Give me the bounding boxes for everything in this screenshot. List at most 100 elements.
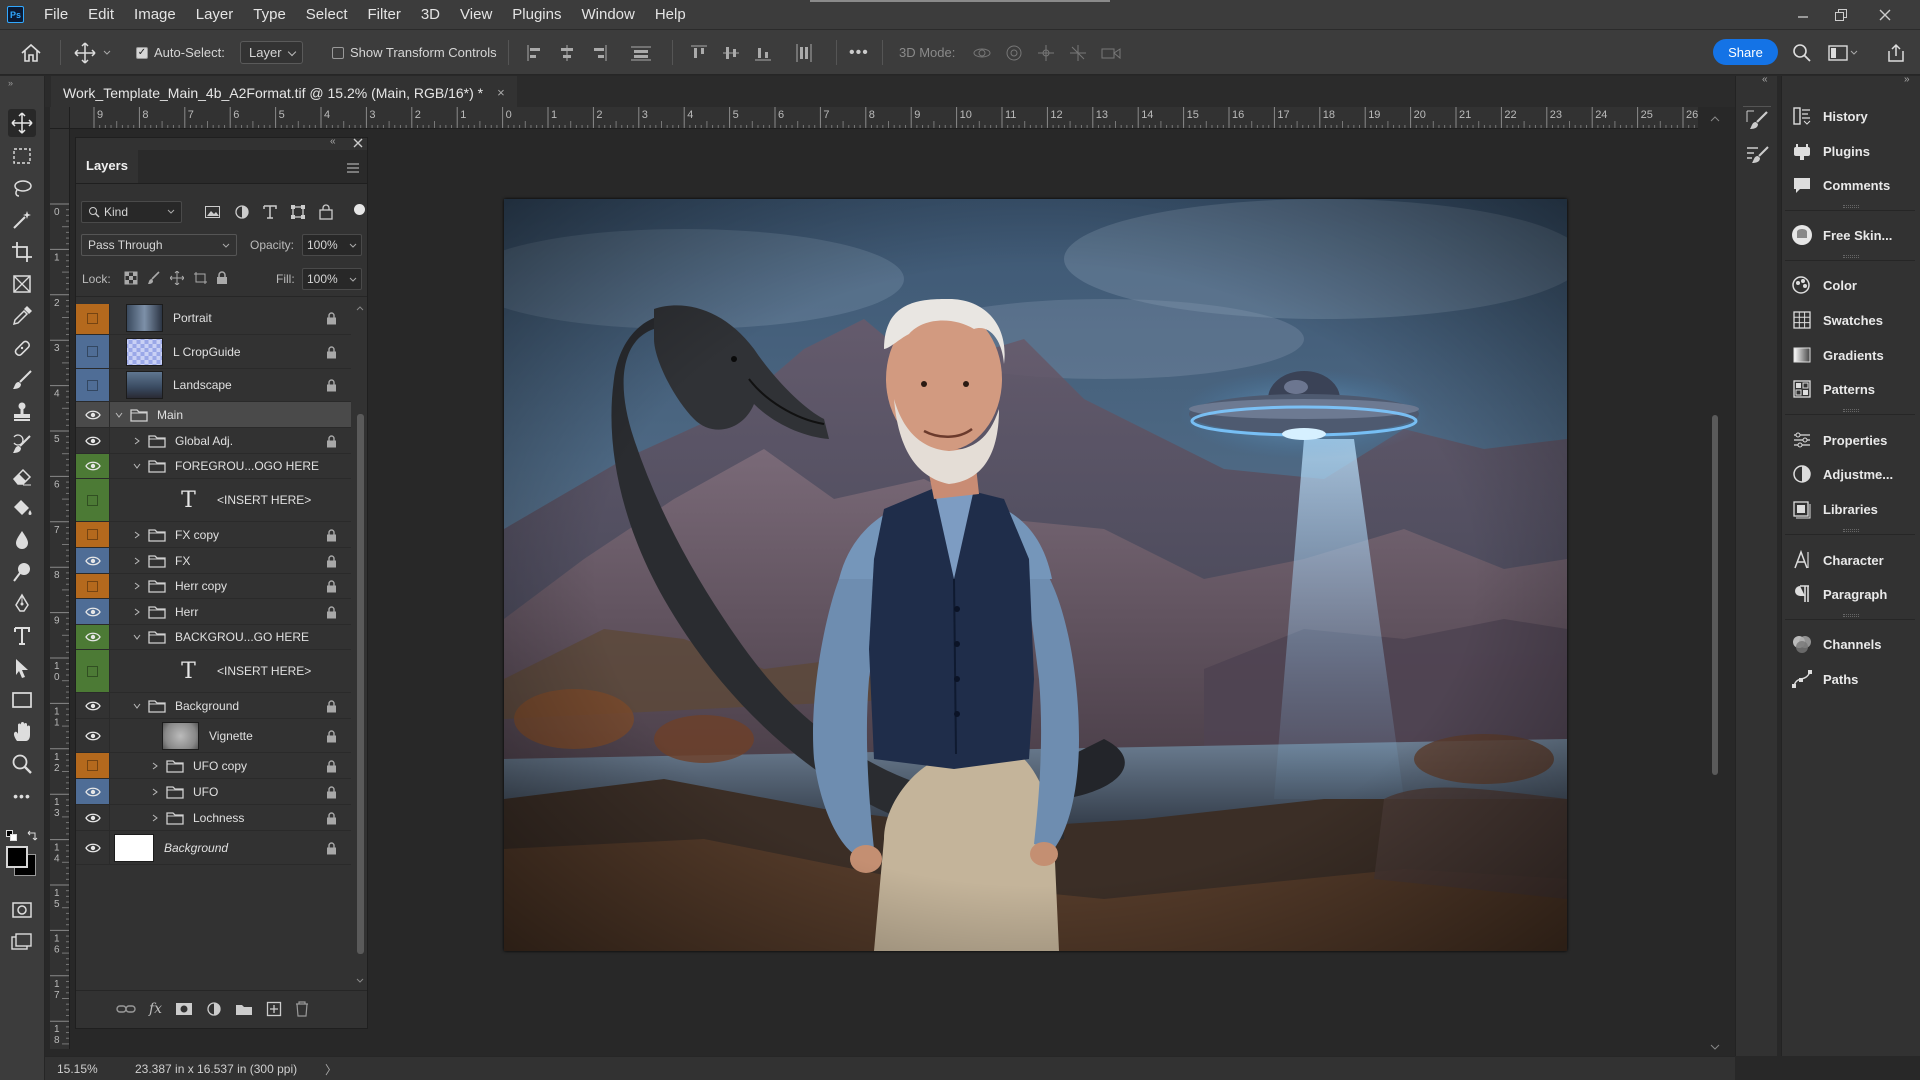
menu-3d[interactable]: 3D xyxy=(411,0,450,30)
fill-field[interactable]: 100% xyxy=(302,268,362,290)
strip-collapse-icon[interactable]: « xyxy=(1762,74,1768,85)
chevron-right-icon[interactable] xyxy=(132,530,144,540)
healing-brush-tool-icon[interactable] xyxy=(8,334,36,362)
screen-mode-icon[interactable] xyxy=(8,928,36,956)
layer-row[interactable]: T <INSERT HERE> xyxy=(76,479,351,522)
chevron-down-icon[interactable] xyxy=(114,410,126,420)
layer-row[interactable]: Landscape xyxy=(76,369,351,402)
chevron-right-icon[interactable] xyxy=(132,556,144,566)
visibility-toggle[interactable] xyxy=(76,335,110,368)
menu-help[interactable]: Help xyxy=(645,0,696,30)
lock-all-icon[interactable] xyxy=(216,271,228,285)
visibility-eye-icon[interactable] xyxy=(76,454,110,478)
layer-name[interactable]: Background xyxy=(175,699,239,713)
layer-name[interactable]: Herr copy xyxy=(175,579,227,593)
panel-grip-handle[interactable] xyxy=(1843,255,1859,258)
clone-stamp-tool-icon[interactable] xyxy=(8,398,36,426)
3d-slide-icon[interactable] xyxy=(1068,44,1088,62)
filter-toggle-icon[interactable] xyxy=(354,204,365,215)
lock-transparent-pixels-icon[interactable] xyxy=(124,271,138,285)
layer-name[interactable]: Landscape xyxy=(173,378,232,392)
panel-button-patterns[interactable]: Patterns xyxy=(1789,375,1875,403)
layers-panel-menu-icon[interactable] xyxy=(339,163,367,183)
restore-icon[interactable] xyxy=(1818,0,1864,30)
hand-tool-icon[interactable] xyxy=(8,718,36,746)
filter-adjustment-icon[interactable] xyxy=(234,204,250,220)
layer-name[interactable]: Background xyxy=(164,841,228,855)
menu-layer[interactable]: Layer xyxy=(186,0,244,30)
layer-row[interactable]: Lochness xyxy=(76,805,351,831)
panel-grip-handle[interactable] xyxy=(1843,409,1859,412)
layer-name[interactable]: Lochness xyxy=(193,811,244,825)
chevron-right-icon[interactable] xyxy=(150,813,162,823)
layer-row[interactable]: Global Adj. xyxy=(76,428,351,454)
magic-wand-tool-icon[interactable] xyxy=(8,206,36,234)
dodge-tool-icon[interactable] xyxy=(8,558,36,586)
chevron-right-icon[interactable] xyxy=(132,607,144,617)
align-right-icon[interactable] xyxy=(590,44,608,62)
opacity-value[interactable]: 100% xyxy=(307,238,338,252)
menu-edit[interactable]: Edit xyxy=(78,0,124,30)
visibility-toggle[interactable] xyxy=(76,574,110,598)
layer-name[interactable]: FOREGROU...OGO HERE xyxy=(175,459,319,473)
add-mask-icon[interactable] xyxy=(175,1002,193,1016)
filter-smart-object-icon[interactable] xyxy=(318,204,334,220)
layer-row[interactable]: UFO xyxy=(76,779,351,805)
layer-row[interactable]: T <INSERT HERE> xyxy=(76,650,351,693)
visibility-toggle[interactable] xyxy=(76,369,110,401)
3d-orbit-icon[interactable] xyxy=(972,44,992,62)
layer-name[interactable]: <INSERT HERE> xyxy=(217,493,311,507)
distribute-horizontal-icon[interactable] xyxy=(794,43,814,63)
panel-button-properties[interactable]: Properties xyxy=(1789,426,1887,454)
chevron-down-icon[interactable] xyxy=(132,701,144,711)
3d-scale-icon[interactable] xyxy=(1100,44,1122,62)
default-colors-icon[interactable] xyxy=(6,830,18,842)
layers-tab[interactable]: Layers xyxy=(76,149,138,183)
zoom-level[interactable]: 15.15% xyxy=(57,1062,98,1076)
align-left-icon[interactable] xyxy=(526,44,544,62)
history-brush-tool-icon[interactable] xyxy=(8,430,36,458)
layers-collapse-icon[interactable]: « xyxy=(330,136,336,147)
auto-select-checkbox[interactable]: ✓ Auto-Select: xyxy=(136,30,225,75)
brush-settings-icon[interactable] xyxy=(1744,108,1770,134)
panel-button-free-skin[interactable]: Free Skin... xyxy=(1789,221,1892,249)
distribute-vertical-icon[interactable] xyxy=(630,44,652,62)
panel-button-history[interactable]: History xyxy=(1789,102,1868,130)
vertical-ruler[interactable]: 0123456789101112131415161718 xyxy=(50,129,70,1049)
workspace-icon[interactable] xyxy=(1828,30,1858,75)
panel-button-paragraph[interactable]: Paragraph xyxy=(1789,580,1887,608)
share-export-icon[interactable] xyxy=(1886,30,1906,75)
move-tool-preset-icon[interactable] xyxy=(74,30,112,75)
layer-row[interactable]: Portrait xyxy=(76,304,351,335)
layer-row[interactable]: BACKGROU...GO HERE xyxy=(76,625,351,650)
filter-pixel-icon[interactable] xyxy=(204,204,222,220)
panel-button-color[interactable]: Color xyxy=(1789,271,1857,299)
visibility-toggle[interactable] xyxy=(76,650,110,692)
layer-row[interactable]: L CropGuide xyxy=(76,335,351,369)
share-button[interactable]: Share xyxy=(1713,39,1778,65)
menu-image[interactable]: Image xyxy=(124,0,186,30)
menu-plugins[interactable]: Plugins xyxy=(502,0,571,30)
menu-filter[interactable]: Filter xyxy=(358,0,411,30)
vertical-scrollbar[interactable] xyxy=(1707,115,1723,1055)
visibility-eye-icon[interactable] xyxy=(76,599,110,624)
menu-window[interactable]: Window xyxy=(571,0,644,30)
layer-row[interactable]: UFO copy xyxy=(76,753,351,779)
panel-button-channels[interactable]: Channels xyxy=(1789,630,1882,658)
lasso-tool-icon[interactable] xyxy=(8,174,36,202)
link-layers-icon[interactable] xyxy=(116,1002,136,1016)
move-tool-icon[interactable] xyxy=(8,109,36,137)
visibility-eye-icon[interactable] xyxy=(76,805,110,830)
layer-list-scrollbar[interactable] xyxy=(354,304,367,988)
visibility-eye-icon[interactable] xyxy=(76,402,110,427)
visibility-toggle[interactable] xyxy=(76,522,110,547)
panel-button-libraries[interactable]: Libraries xyxy=(1789,495,1878,523)
panel-button-adjustme[interactable]: Adjustme... xyxy=(1789,460,1893,488)
auto-select-check-icon[interactable]: ✓ xyxy=(136,46,148,59)
layer-row[interactable]: Background xyxy=(76,693,351,719)
ruler-corner[interactable] xyxy=(50,107,70,129)
menu-select[interactable]: Select xyxy=(296,0,358,30)
panel-grip-handle[interactable] xyxy=(1843,205,1859,208)
visibility-toggle[interactable] xyxy=(76,304,110,334)
align-top-icon[interactable] xyxy=(690,44,708,62)
